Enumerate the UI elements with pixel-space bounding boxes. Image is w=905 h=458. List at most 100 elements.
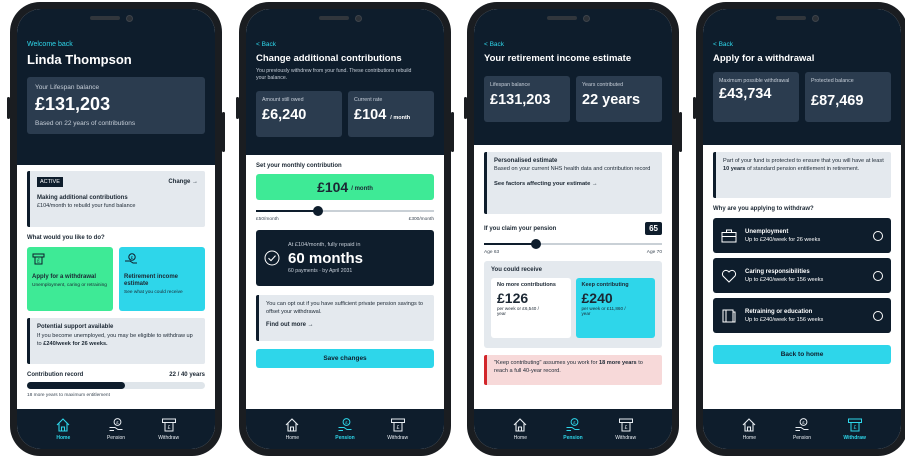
nav-withdraw-label: Withdraw bbox=[615, 435, 637, 441]
svg-text:£: £ bbox=[37, 259, 40, 265]
find-out-more-link[interactable]: Find out more → bbox=[266, 322, 427, 328]
pension-icon: £ bbox=[109, 418, 123, 431]
estimate-tile[interactable]: £ Retirement income estimate See what yo… bbox=[119, 247, 205, 311]
no-more-contributions-option[interactable]: No more contributions £126 per week or £… bbox=[491, 278, 571, 338]
option-desc: Up to £240/week for 26 weeks bbox=[745, 236, 821, 243]
keep-value: £240 bbox=[581, 289, 613, 306]
no-more-note: per week or £6,540 / year bbox=[497, 305, 539, 317]
opt-out-text: You can opt out if you have sufficient p… bbox=[266, 301, 424, 315]
nav-withdraw[interactable]: £ Withdraw bbox=[835, 417, 875, 441]
nav-pension[interactable]: £ Pension bbox=[325, 417, 365, 441]
rate-label: Current rate bbox=[354, 97, 383, 104]
age-max-label: Age 70 bbox=[646, 250, 662, 255]
home-icon bbox=[742, 418, 756, 432]
contribution-status-card: ACTIVE Change → Making additional contri… bbox=[27, 171, 205, 227]
info-text: Part of your fund is protected to ensure… bbox=[723, 158, 884, 164]
receive-label: You could receive bbox=[491, 267, 542, 273]
page-title: Apply for a withdrawal bbox=[713, 53, 815, 64]
monthly-amount-display: £104 / month bbox=[256, 174, 434, 200]
nav-withdraw[interactable]: £ Withdraw bbox=[378, 417, 418, 441]
contributions-content: Set your monthly contribution £104 / mon… bbox=[246, 163, 444, 368]
claim-age-badge: 65 bbox=[645, 222, 662, 235]
bottom-nav: Home £ Pension £ Withdraw bbox=[703, 409, 901, 449]
nav-home[interactable]: Home bbox=[729, 417, 769, 441]
nav-withdraw[interactable]: £ Withdraw bbox=[606, 417, 646, 441]
slider-handle[interactable] bbox=[313, 206, 324, 216]
estimate-tile-title: Retirement income estimate bbox=[124, 274, 179, 288]
no-more-label: No more contributions bbox=[497, 282, 556, 288]
record-value: 22 / 40 years bbox=[169, 372, 205, 378]
change-link[interactable]: Change → bbox=[168, 179, 198, 185]
back-to-home-button[interactable]: Back to home bbox=[713, 345, 891, 364]
phone-estimate: < Back Your retirement income estimate L… bbox=[464, 2, 682, 456]
nav-pension[interactable]: £ Pension bbox=[782, 417, 822, 441]
nav-home-label: Home bbox=[513, 435, 527, 441]
slider-max-label: £300/month bbox=[408, 217, 434, 222]
years-tile: Years contributed 22 years bbox=[576, 76, 662, 122]
pension-icon: £ bbox=[338, 418, 352, 431]
svg-text:£: £ bbox=[624, 425, 627, 431]
nav-home[interactable]: Home bbox=[500, 417, 540, 441]
set-contribution-label: Set your monthly contribution bbox=[256, 163, 342, 169]
nav-home-label: Home bbox=[285, 435, 299, 441]
nav-pension[interactable]: £ Pension bbox=[553, 417, 593, 441]
slider-handle[interactable] bbox=[530, 239, 541, 249]
back-link[interactable]: < Back bbox=[484, 41, 662, 48]
option-title: Unemployment bbox=[745, 228, 789, 235]
lifespan-balance-value: £131,203 bbox=[490, 91, 551, 108]
balance-label: Your Lifespan balance bbox=[35, 84, 100, 91]
radio-button[interactable] bbox=[873, 310, 883, 321]
user-name: Linda Thompson bbox=[27, 52, 132, 67]
keep-note: per week or £11,860 / year bbox=[581, 305, 626, 317]
check-circle-icon bbox=[264, 250, 280, 266]
back-link[interactable]: < Back bbox=[256, 41, 434, 48]
option-desc: Up to £240/week for 156 weeks bbox=[745, 316, 824, 323]
balance-note: Based on 22 years of contributions bbox=[35, 120, 136, 127]
withdrawal-tile[interactable]: £ Apply for a withdrawal Unemployment, c… bbox=[27, 247, 113, 311]
nav-withdraw[interactable]: £ Withdraw bbox=[149, 417, 189, 441]
note-text: "Keep contributing" assumes you work for bbox=[494, 360, 600, 366]
withdraw-icon: £ bbox=[847, 418, 862, 432]
keep-label: Keep contributing bbox=[581, 282, 629, 288]
option-caring[interactable]: Caring responsibilities Up to £240/week … bbox=[713, 258, 891, 293]
svg-text:£: £ bbox=[802, 420, 805, 425]
bottom-nav: Home £ Pension £ Withdraw bbox=[17, 409, 215, 449]
withdraw-icon: £ bbox=[390, 418, 405, 432]
radio-button[interactable] bbox=[873, 270, 883, 281]
factors-link[interactable]: See factors affecting your estimate → bbox=[494, 181, 655, 187]
option-title: Retraining or education bbox=[745, 308, 813, 315]
estimate-header: < Back Your retirement income estimate L… bbox=[474, 9, 672, 145]
contributions-screen: < Back Change additional contributions Y… bbox=[246, 9, 444, 449]
monthly-unit: / month bbox=[351, 185, 373, 192]
radio-button[interactable] bbox=[873, 230, 883, 241]
estimate-screen: < Back Your retirement income estimate L… bbox=[474, 9, 672, 449]
years-label: Years contributed bbox=[582, 82, 624, 88]
pension-icon: £ bbox=[795, 418, 809, 431]
keep-contributing-option[interactable]: Keep contributing £240 per week or £11,8… bbox=[575, 278, 655, 338]
option-retraining[interactable]: Retraining or education Up to £240/week … bbox=[713, 298, 891, 333]
why-question: Why are you applying to withdraw? bbox=[713, 206, 814, 212]
save-changes-button[interactable]: Save changes bbox=[256, 349, 434, 368]
receive-card: You could receive No more contributions … bbox=[484, 261, 662, 348]
withdraw-icon: £ bbox=[161, 418, 176, 432]
personalised-card: Personalised estimate Based on your curr… bbox=[484, 152, 662, 214]
estimate-content: Personalised estimate Based on your curr… bbox=[474, 152, 672, 385]
nav-withdraw-label: Withdraw bbox=[158, 435, 180, 441]
withdraw-icon: £ bbox=[32, 253, 45, 265]
lifespan-balance-label: Lifespan balance bbox=[490, 82, 531, 88]
contribution-slider[interactable] bbox=[256, 205, 434, 217]
nav-pension-label: Pension bbox=[106, 435, 126, 441]
svg-text:£: £ bbox=[167, 425, 170, 431]
nav-home[interactable]: Home bbox=[43, 417, 83, 441]
age-slider[interactable] bbox=[484, 238, 662, 250]
repayment-card: At £104/month, fully repaid in 60 months… bbox=[256, 230, 434, 286]
option-unemployment[interactable]: Unemployment Up to £240/week for 26 week… bbox=[713, 218, 891, 253]
contributions-header: < Back Change additional contributions Y… bbox=[246, 9, 444, 155]
home-icon bbox=[513, 418, 527, 432]
home-icon bbox=[285, 418, 299, 432]
nav-pension[interactable]: £ Pension bbox=[96, 417, 136, 441]
svg-text:£: £ bbox=[853, 425, 856, 431]
max-withdrawal-tile: Maximum possible withdrawal £43,734 bbox=[713, 72, 799, 122]
nav-home[interactable]: Home bbox=[272, 417, 312, 441]
back-link[interactable]: < Back bbox=[713, 41, 891, 48]
